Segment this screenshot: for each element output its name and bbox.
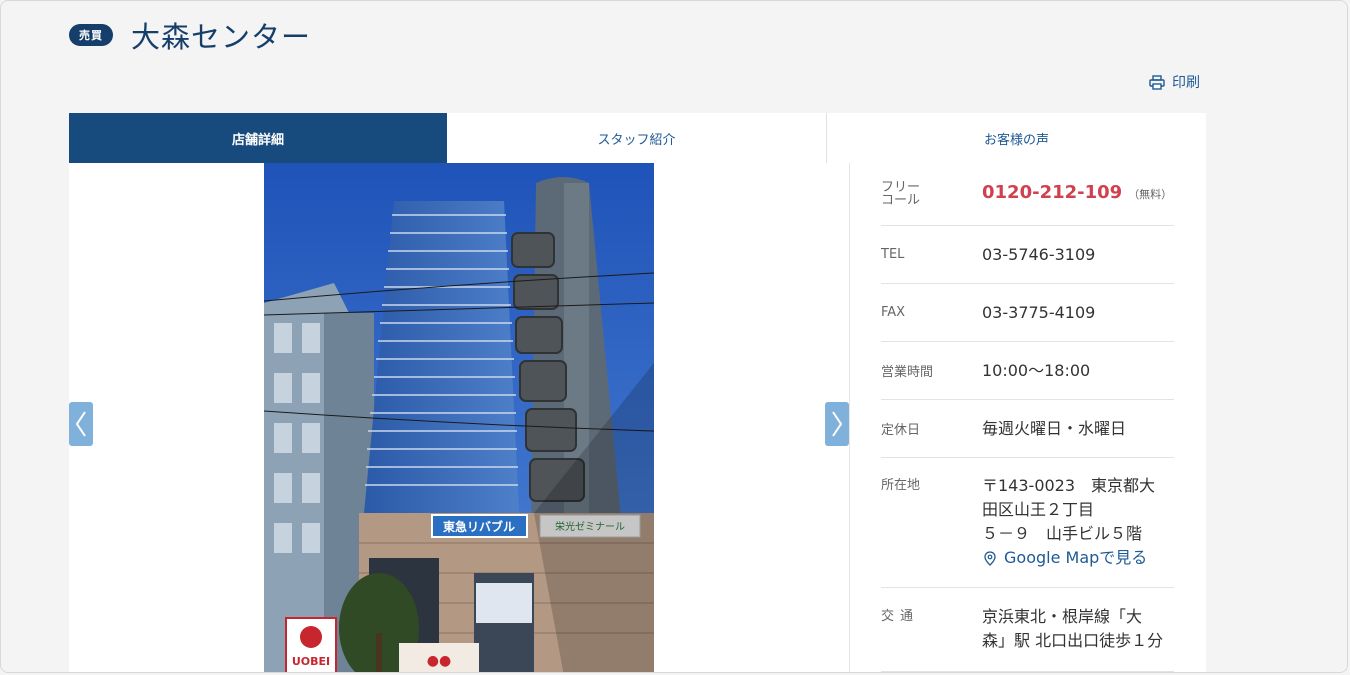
chevron-left-icon <box>75 411 86 437</box>
info-row-fax: FAX 03-3775-4109 <box>881 284 1174 342</box>
map-pin-icon <box>984 550 996 566</box>
svg-text:●●: ●● <box>427 653 451 669</box>
tab-staff[interactable]: スタッフ紹介 <box>447 113 827 163</box>
hours-value: 10:00～18:00 <box>982 360 1091 380</box>
closed-days-label: 定休日 <box>881 423 921 438</box>
tab-bar: 店舗詳細 スタッフ紹介 お客様の声 <box>69 113 1206 164</box>
chevron-right-icon <box>832 411 843 437</box>
printer-icon <box>1149 74 1165 90</box>
access-value: 京浜東北・根岸線「大 森」駅 北口出口徒歩１分 <box>982 607 1164 650</box>
tel-value[interactable]: 03-5746-3109 <box>982 243 1174 267</box>
info-row-hours: 営業時間 10:00～18:00 <box>881 342 1174 400</box>
transaction-badge: 売買 <box>69 24 113 46</box>
freecall-label: フリー コール <box>881 180 921 208</box>
page-header: 売買 大森センター <box>69 15 311 55</box>
tab-store-details[interactable]: 店舗詳細 <box>69 113 447 163</box>
fax-value: 03-3775-4109 <box>982 302 1096 322</box>
sign-livable: 東急リバブル <box>443 519 515 534</box>
photo-slider: 東急リバブル 栄光ゼミナール UOBEI ●● <box>69 163 850 672</box>
fax-label: FAX <box>881 305 906 320</box>
sign-uobei: UOBEI <box>292 655 330 668</box>
tab-customer-voices[interactable]: お客様の声 <box>827 113 1206 163</box>
info-row-address: 所在地 〒143-0023 東京都大 田区山王２丁目 ５－９ 山手ビル５階 Go… <box>881 458 1174 588</box>
slider-next-button[interactable] <box>825 402 849 446</box>
page-title: 大森センター <box>131 20 312 54</box>
print-button[interactable]: 印刷 <box>1149 72 1200 92</box>
page-frame: 売買 大森センター 印刷 店舗詳細 スタッフ紹介 お客様の声 東急リバブル 栄光… <box>0 0 1348 673</box>
store-building-photo: 東急リバブル 栄光ゼミナール UOBEI ●● <box>264 163 654 672</box>
address-label: 所在地 <box>881 478 921 493</box>
freecall-note: （無料） <box>1128 188 1173 201</box>
print-label: 印刷 <box>1172 75 1200 91</box>
store-info-table: フリー コール 0120-212-109 （無料） TEL 03-5746-310… <box>881 163 1174 672</box>
freecall-number[interactable]: 0120-212-109 <box>982 182 1122 203</box>
google-map-link[interactable]: Google Mapで見る <box>984 546 1174 570</box>
info-row-freecall: フリー コール 0120-212-109 （無料） <box>881 163 1174 226</box>
main-content: 東急リバブル 栄光ゼミナール UOBEI ●● フリー コール 0120-212… <box>69 163 1206 672</box>
access-label: 交通 <box>881 609 920 624</box>
info-row-tel: TEL 03-5746-3109 <box>881 226 1174 284</box>
slider-prev-button[interactable] <box>69 402 93 446</box>
info-row-closed: 定休日 毎週火曜日・水曜日 <box>881 400 1174 458</box>
closed-days-value: 毎週火曜日・水曜日 <box>982 418 1127 438</box>
tel-label: TEL <box>881 247 905 262</box>
info-row-access: 交通 京浜東北・根岸線「大 森」駅 北口出口徒歩１分 <box>881 588 1174 672</box>
hours-label: 営業時間 <box>881 365 934 380</box>
address-value: 〒143-0023 東京都大 田区山王２丁目 ５－９ 山手ビル５階 Google… <box>982 474 1174 570</box>
